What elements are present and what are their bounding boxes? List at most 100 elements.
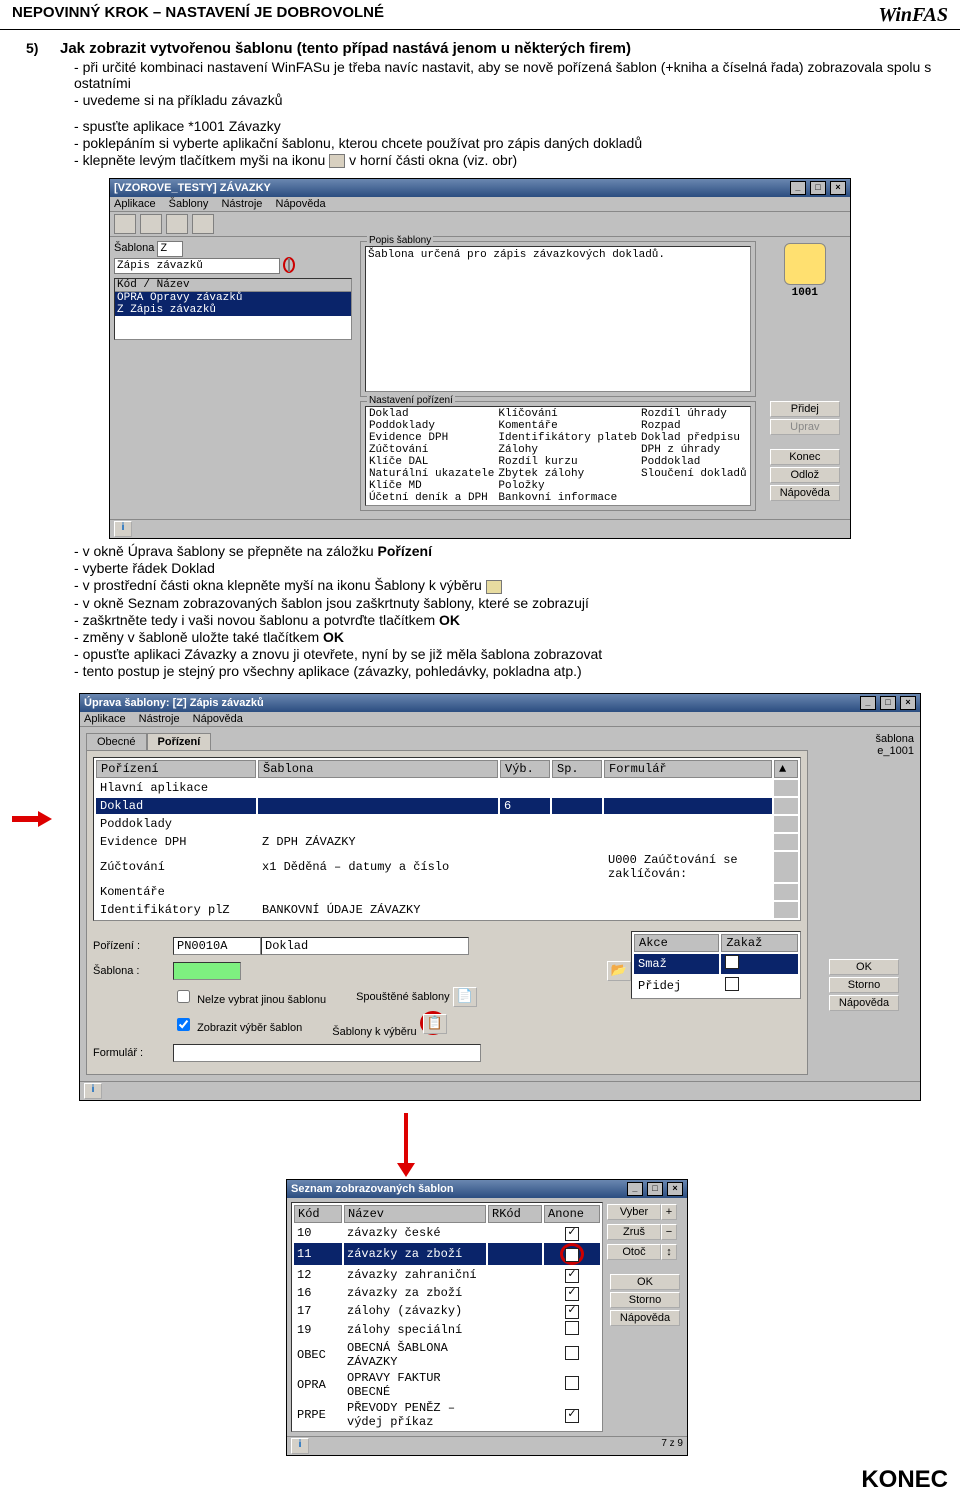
sablona-input[interactable]	[173, 962, 241, 980]
nastaveni-item[interactable]: Zbytek zálohy	[496, 468, 639, 480]
menu-nastroje[interactable]: Nástroje	[139, 713, 180, 725]
nastaveni-item[interactable]	[639, 480, 749, 492]
checkbox[interactable]	[725, 955, 739, 969]
menu-napoveda[interactable]: Nápověda	[276, 198, 326, 210]
uprav-button[interactable]: Uprav	[770, 419, 840, 435]
list-item[interactable]: OPRA Opravy závazků	[115, 292, 351, 304]
checkbox[interactable]	[565, 1269, 579, 1283]
table-row[interactable]: PRPEPŘEVODY PENĚZ – výdej příkaz	[294, 1401, 600, 1429]
sablona-code-input[interactable]	[157, 241, 183, 257]
close-button[interactable]: ×	[667, 1182, 683, 1196]
info-icon[interactable]: i	[291, 1438, 309, 1454]
porizeni-table[interactable]: Pořízení Šablona Výb. Sp. Formulář ▲ Hla…	[93, 757, 801, 921]
nastaveni-item[interactable]: Doklad předpisu	[639, 432, 749, 444]
sablony-table[interactable]: Kód Název RKód Anone 10závazky české11zá…	[291, 1202, 603, 1432]
checkbox-nelze-vybrat[interactable]	[177, 990, 190, 1003]
checkbox[interactable]	[565, 1346, 579, 1360]
nastaveni-item[interactable]: Rozpad	[639, 420, 749, 432]
titlebar[interactable]: [VZOROVE_TESTY] ZÁVAZKY _ □ ×	[110, 179, 850, 197]
table-row[interactable]: 19zálohy speciální	[294, 1321, 600, 1339]
nastaveni-item[interactable]: Položky	[496, 480, 639, 492]
nastaveni-item[interactable]: Identifikátory plateb	[496, 432, 639, 444]
nastaveni-item[interactable]: Poddoklady	[367, 420, 496, 432]
nastaveni-item[interactable]: Naturální ukazatele	[367, 468, 496, 480]
plus-button[interactable]: +	[661, 1204, 677, 1220]
napoveda-button[interactable]: Nápověda	[770, 485, 840, 501]
titlebar[interactable]: Seznam zobrazovaných šablon _ □ ×	[287, 1180, 687, 1198]
swap-button[interactable]: ↕	[661, 1244, 677, 1260]
table-row[interactable]: Hlavní aplikace	[96, 780, 798, 796]
spoustene-icon[interactable]: 📄	[453, 987, 477, 1007]
porizeni-code-input[interactable]	[173, 937, 261, 955]
nastaveni-item[interactable]: Zálohy	[496, 444, 639, 456]
toolbar-button[interactable]	[192, 214, 214, 234]
minus-button[interactable]: −	[661, 1224, 677, 1240]
maximize-button[interactable]: □	[647, 1182, 663, 1196]
vyber-button[interactable]: Vyber	[607, 1204, 661, 1220]
ok-button[interactable]: OK	[610, 1274, 680, 1290]
table-row[interactable]: OBECOBECNÁ ŠABLONA ZÁVAZKY	[294, 1341, 600, 1369]
scroll-up-icon[interactable]: ▲	[774, 760, 798, 778]
nastaveni-grid[interactable]: DokladKlíčováníRozdíl úhradyPoddokladyKo…	[365, 406, 751, 506]
table-row[interactable]: Zúčtováníx1 Děděná – datumy a čísloU000 …	[96, 852, 798, 882]
table-row[interactable]: OPRAOPRAVY FAKTUR OBECNÉ	[294, 1371, 600, 1399]
napoveda-button[interactable]: Nápověda	[829, 995, 899, 1011]
open-template-icon[interactable]	[288, 258, 290, 272]
menu-aplikace[interactable]: Aplikace	[114, 198, 156, 210]
checkbox-zobrazit-vyber[interactable]	[177, 1018, 190, 1031]
storno-button[interactable]: Storno	[610, 1292, 680, 1308]
nastaveni-item[interactable]: Sloučení dokladů	[639, 468, 749, 480]
table-row[interactable]: Komentáře	[96, 884, 798, 900]
tab-obecne[interactable]: Obecné	[86, 733, 147, 750]
checkbox[interactable]	[565, 1227, 579, 1241]
checkbox[interactable]	[565, 1376, 579, 1390]
template-list[interactable]: Kód / Název OPRA Opravy závazků Z Zápis …	[114, 278, 352, 340]
nastaveni-item[interactable]: Klíče DAL	[367, 456, 496, 468]
napoveda-button[interactable]: Nápověda	[610, 1310, 680, 1326]
minimize-button[interactable]: _	[790, 181, 806, 195]
checkbox[interactable]	[565, 1321, 579, 1335]
akce-table[interactable]: Akce Zakaž Smaž Přidej	[631, 931, 801, 999]
checkbox[interactable]	[565, 1305, 579, 1319]
nastaveni-item[interactable]: Poddoklad	[639, 456, 749, 468]
konec-button[interactable]: Konec	[770, 449, 840, 465]
checkbox[interactable]	[725, 977, 739, 991]
pridej-button[interactable]: Přidej	[770, 401, 840, 417]
folder-open-icon[interactable]: 📂	[607, 961, 631, 981]
select-templates-icon[interactable]: 📋	[423, 1014, 447, 1034]
formular-input[interactable]	[173, 1044, 481, 1062]
checkbox[interactable]	[565, 1287, 579, 1301]
maximize-button[interactable]: □	[880, 696, 896, 710]
close-button[interactable]: ×	[830, 181, 846, 195]
nastaveni-item[interactable]: Bankovní informace	[496, 492, 639, 504]
maximize-button[interactable]: □	[810, 181, 826, 195]
info-icon[interactable]: i	[84, 1083, 102, 1099]
sablona-name-input[interactable]	[114, 258, 280, 274]
minimize-button[interactable]: _	[627, 1182, 643, 1196]
titlebar[interactable]: Úprava šablony: [Z] Zápis závazků _ □ ×	[80, 694, 920, 712]
porizeni-text-input[interactable]	[261, 937, 469, 955]
nastaveni-item[interactable]: DPH z úhrady	[639, 444, 749, 456]
close-button[interactable]: ×	[900, 696, 916, 710]
list-item[interactable]: Z Zápis závazků	[115, 304, 351, 316]
table-row[interactable]: Doklad6	[96, 798, 798, 814]
menu-aplikace[interactable]: Aplikace	[84, 713, 126, 725]
table-row[interactable]: 12závazky zahraniční	[294, 1267, 600, 1283]
minimize-button[interactable]: _	[860, 696, 876, 710]
table-row[interactable]: 17zálohy (závazky)	[294, 1303, 600, 1319]
table-row[interactable]: 16závazky za zboží	[294, 1285, 600, 1301]
nastaveni-item[interactable]: Rozdíl úhrady	[639, 408, 749, 420]
ok-button[interactable]: OK	[829, 959, 899, 975]
nastaveni-item[interactable]	[639, 492, 749, 504]
nastaveni-item[interactable]: Komentáře	[496, 420, 639, 432]
nastaveni-item[interactable]: Účetní deník a DPH	[367, 492, 496, 504]
table-row[interactable]: 11závazky za zboží	[294, 1243, 600, 1265]
tab-porizeni[interactable]: Pořízení	[147, 733, 212, 750]
table-row[interactable]: Identifikátory plZBANKOVNÍ ÚDAJE ZÁVAZKY	[96, 902, 798, 918]
storno-button[interactable]: Storno	[829, 977, 899, 993]
menu-sablony[interactable]: Šablony	[169, 198, 209, 210]
nastaveni-item[interactable]: Rozdíl kurzu	[496, 456, 639, 468]
zrus-button[interactable]: Zruš	[607, 1224, 661, 1240]
nastaveni-item[interactable]: Evidence DPH	[367, 432, 496, 444]
table-row[interactable]: 10závazky české	[294, 1225, 600, 1241]
